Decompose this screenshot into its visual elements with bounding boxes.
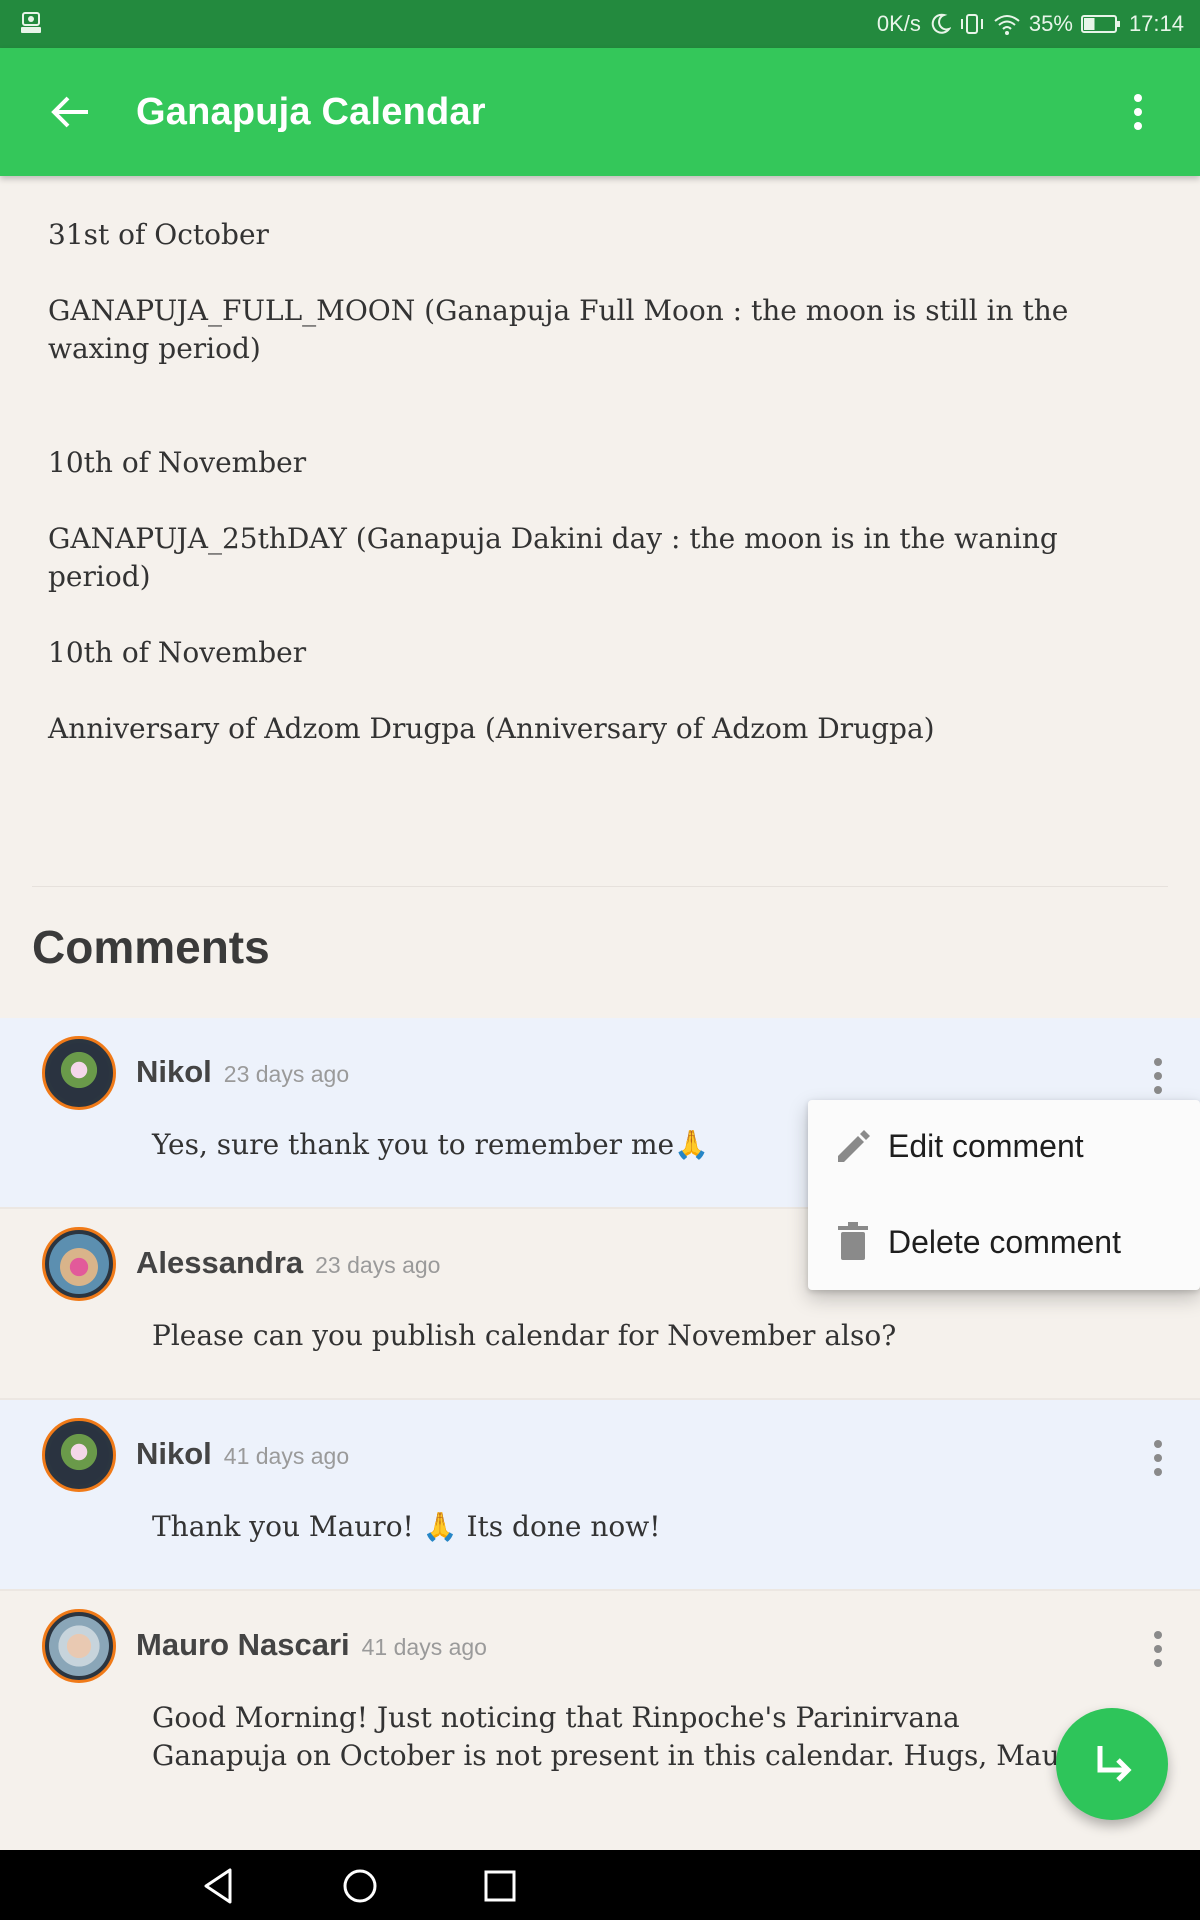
comment-more-icon[interactable] bbox=[1142, 1625, 1174, 1673]
delete-comment-label: Delete comment bbox=[888, 1224, 1121, 1260]
event-date: 10th of November bbox=[48, 636, 307, 669]
wifi-icon bbox=[994, 15, 1020, 35]
network-speed: 0K/s bbox=[876, 11, 921, 36]
reply-arrow-icon bbox=[1097, 1746, 1132, 1782]
comment-text: Good Morning! Just noticing that Rinpoch… bbox=[152, 1701, 1090, 1772]
avatar[interactable] bbox=[42, 1418, 116, 1492]
page-title: Ganapuja Calendar bbox=[136, 91, 486, 133]
nav-recents-icon[interactable] bbox=[476, 1862, 524, 1910]
clock: 17:14 bbox=[1128, 11, 1184, 36]
event-date: 31st of October bbox=[48, 218, 269, 251]
battery-percent: 35% bbox=[1028, 11, 1073, 36]
comment-time: 41 days ago bbox=[361, 1634, 487, 1660]
section-divider bbox=[32, 886, 1168, 887]
avatar[interactable] bbox=[42, 1609, 116, 1683]
comment-author[interactable]: Nikol 41 days ago bbox=[136, 1436, 349, 1472]
event-date: 10th of November bbox=[48, 446, 307, 479]
notification-icon bbox=[21, 12, 41, 33]
comment-time: 23 days ago bbox=[315, 1252, 441, 1278]
trash-icon bbox=[838, 1222, 868, 1260]
reply-fab[interactable] bbox=[1056, 1708, 1168, 1820]
event-description: GANAPUJA_25thDAY (Ganapuja Dakini day : … bbox=[48, 522, 1058, 593]
avatar[interactable] bbox=[42, 1227, 116, 1301]
comment-author[interactable]: Alessandra 23 days ago bbox=[136, 1245, 440, 1281]
battery-icon bbox=[1080, 15, 1120, 33]
comment-text: Thank you Mauro! 🙏 Its done now! bbox=[152, 1510, 661, 1543]
system-nav-bar bbox=[0, 1850, 1200, 1920]
edit-comment-label: Edit comment bbox=[888, 1128, 1084, 1164]
comment-more-icon[interactable] bbox=[1142, 1052, 1174, 1100]
back-arrow-icon[interactable] bbox=[44, 88, 100, 136]
nav-back-icon[interactable] bbox=[196, 1862, 244, 1910]
comment-time: 23 days ago bbox=[223, 1061, 350, 1087]
edit-comment-item[interactable]: Edit comment bbox=[808, 1100, 1200, 1192]
moon-icon bbox=[931, 13, 951, 34]
status-indicators: 0K/s 35% 17:14 bbox=[877, 0, 1184, 48]
event-description: GANAPUJA_FULL_MOON (Ganapuja Full Moon :… bbox=[48, 294, 1069, 365]
comment-time: 41 days ago bbox=[223, 1443, 350, 1469]
vibrate-icon bbox=[960, 14, 983, 34]
comment-author[interactable]: Mauro Nascari 41 days ago bbox=[136, 1627, 487, 1663]
comment-author[interactable]: Nikol 23 days ago bbox=[136, 1054, 349, 1090]
delete-comment-item[interactable]: Delete comment bbox=[808, 1196, 1200, 1288]
pencil-icon bbox=[838, 1130, 870, 1162]
overflow-menu-icon[interactable] bbox=[1116, 88, 1160, 136]
avatar[interactable] bbox=[42, 1036, 116, 1110]
comment-item: Nikol 41 days ago Thank you Mauro! 🙏 Its … bbox=[0, 1400, 1200, 1590]
nav-home-icon[interactable] bbox=[336, 1862, 384, 1910]
comment-more-icon[interactable] bbox=[1142, 1434, 1174, 1482]
app-bar: Ganapuja Calendar bbox=[0, 48, 1200, 176]
comment-item: Mauro Nascari 41 days ago Good Morning! J… bbox=[0, 1591, 1200, 1831]
status-bar: 0K/s 35% 17:14 bbox=[0, 0, 1200, 48]
event-description: Anniversary of Adzom Drugpa (Anniversary… bbox=[48, 712, 935, 745]
comments-heading: Comments bbox=[32, 921, 270, 973]
comment-options-menu: Edit comment Delete comment bbox=[808, 1100, 1200, 1290]
comment-text: Please can you publish calendar for Nove… bbox=[152, 1319, 897, 1352]
